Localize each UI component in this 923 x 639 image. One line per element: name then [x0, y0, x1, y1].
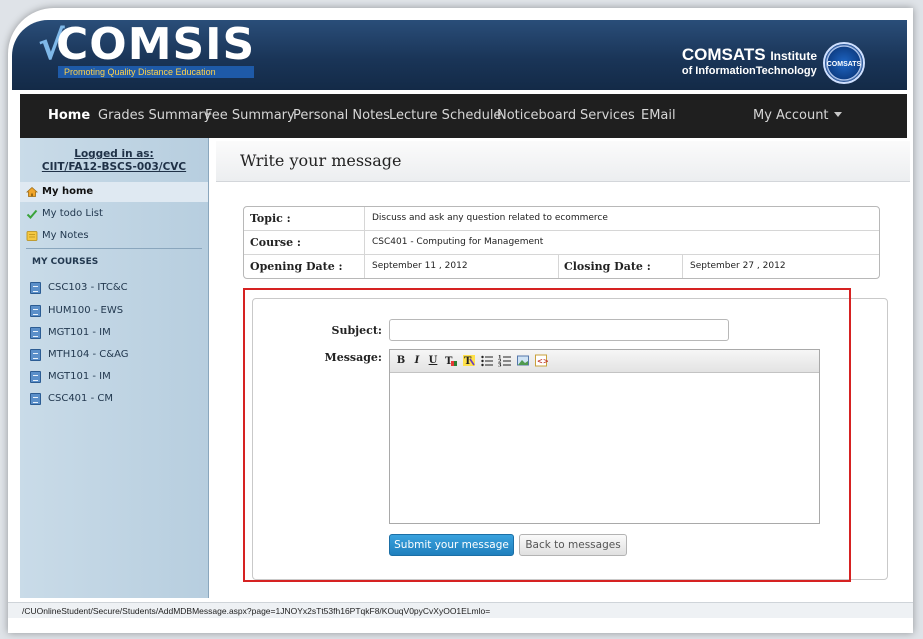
institute-subtitle: of InformationTechnology: [681, 65, 817, 77]
sidebar-item-label: My home: [42, 186, 94, 197]
book-icon: [30, 305, 41, 317]
nav-home[interactable]: Home: [48, 94, 90, 138]
page-title-bar: Write your message: [216, 141, 910, 182]
subject-input[interactable]: [389, 319, 729, 341]
logged-in-label: Logged in as:: [74, 148, 154, 160]
comsis-logo[interactable]: √ COMSIS Promoting Quality Distance Educ…: [36, 21, 254, 78]
course-label: MGT101 - IM: [48, 327, 111, 338]
sidebar-item-todo-list[interactable]: My todo List: [20, 204, 208, 224]
course-label: CSC103 - ITC&C: [48, 282, 128, 293]
nav-noticeboard[interactable]: Noticeboard: [497, 94, 576, 138]
nav-my-account[interactable]: My Account: [753, 94, 842, 138]
sidebar-course-csc103[interactable]: CSC103 - ITC&C: [30, 279, 128, 297]
message-editor[interactable]: B I U T T 123 <>: [389, 349, 820, 524]
table-row: Opening Date : September 11 , 2012 Closi…: [244, 255, 879, 278]
message-label: Message:: [324, 351, 382, 364]
column-divider: [558, 255, 559, 278]
editor-toolbar: B I U T T 123 <>: [390, 350, 819, 373]
closing-date-label: Closing Date :: [564, 260, 651, 273]
logo-wordmark: COMSIS: [56, 20, 256, 70]
svg-text:<>: <>: [537, 357, 548, 366]
institute-suffix: Institute: [770, 49, 817, 63]
table-row: Course : CSC401 - Computing for Manageme…: [244, 231, 879, 255]
sidebar-course-mgt101-2[interactable]: MGT101 - IM: [30, 368, 111, 386]
closing-date-value: September 27 , 2012: [690, 261, 786, 271]
nav-personal-notes[interactable]: Personal Notes: [293, 94, 390, 138]
column-divider: [364, 207, 365, 230]
sidebar-divider: [26, 248, 202, 249]
course-label: MGT101 - IM: [48, 371, 111, 382]
course-label: Course :: [250, 236, 301, 249]
sidebar-item-my-home[interactable]: My home: [20, 182, 208, 202]
logo-tagline: Promoting Quality Distance Education: [58, 66, 254, 78]
highlight-color-icon[interactable]: T: [462, 353, 476, 368]
column-divider: [682, 255, 683, 278]
nav-services[interactable]: Services: [580, 94, 635, 138]
submit-message-button[interactable]: Submit your message: [389, 534, 514, 556]
topic-value: Discuss and ask any question related to …: [372, 213, 608, 223]
source-code-icon[interactable]: <>: [534, 353, 548, 368]
book-icon: [30, 327, 41, 339]
image-icon[interactable]: [516, 353, 530, 368]
bullet-list-icon[interactable]: [480, 353, 494, 368]
sidebar-item-my-notes[interactable]: My Notes: [20, 226, 208, 246]
text-color-icon[interactable]: T: [444, 353, 458, 368]
status-bar-url: /CUOnlineStudent/Secure/Students/AddMDBM…: [8, 602, 913, 618]
nav-lecture-schedule[interactable]: Lecture Schedule: [389, 94, 501, 138]
course-label: CSC401 - CM: [48, 393, 113, 404]
sidebar-course-hum100[interactable]: HUM100 - EWS: [30, 302, 123, 320]
chevron-down-icon: [833, 112, 842, 117]
nav-fee-summary[interactable]: Fee Summary: [205, 94, 295, 138]
comsats-seal-icon: COMSATS: [823, 42, 865, 84]
back-to-messages-button[interactable]: Back to messages: [519, 534, 627, 556]
sidebar-item-label: My Notes: [42, 230, 89, 241]
nav-email[interactable]: EMail: [641, 94, 676, 138]
svg-text:3: 3: [498, 363, 502, 369]
book-icon: [30, 349, 41, 361]
my-courses-heading: MY COURSES: [32, 257, 99, 267]
course-label: MTH104 - C&AG: [48, 349, 129, 360]
numbered-list-icon[interactable]: 123: [498, 353, 512, 368]
opening-date-label: Opening Date :: [250, 260, 343, 273]
logged-in-info[interactable]: Logged in as: CIIT/FA12-BSCS-003/CVC: [20, 148, 208, 174]
home-icon: [26, 186, 38, 197]
sidebar-course-mgt101[interactable]: MGT101 - IM: [30, 324, 111, 342]
sidebar: Logged in as: CIIT/FA12-BSCS-003/CVC My …: [20, 138, 209, 598]
seal-text: COMSATS: [826, 61, 862, 68]
institute-name: COMSATS Institute of InformationTechnolo…: [681, 45, 817, 78]
column-divider: [364, 231, 365, 254]
main-navbar: Home Grades Summary Fee Summary Personal…: [20, 94, 907, 138]
book-icon: [30, 371, 41, 383]
column-divider: [364, 255, 365, 278]
user-id: CIIT/FA12-BSCS-003/CVC: [41, 161, 187, 173]
notes-icon: [26, 231, 38, 241]
page-title: Write your message: [240, 151, 402, 170]
topic-label: Topic :: [250, 212, 291, 225]
bold-icon[interactable]: B: [394, 353, 408, 368]
my-account-label: My Account: [753, 108, 829, 123]
book-icon: [30, 393, 41, 405]
course-label: HUM100 - EWS: [48, 305, 124, 316]
nav-grades-summary[interactable]: Grades Summary: [98, 94, 211, 138]
sidebar-course-mth104[interactable]: MTH104 - C&AG: [30, 346, 129, 364]
subject-label: Subject:: [331, 324, 382, 337]
italic-icon[interactable]: I: [410, 353, 424, 368]
table-row: Topic : Discuss and ask any question rel…: [244, 207, 879, 231]
sidebar-course-csc401[interactable]: CSC401 - CM: [30, 390, 113, 408]
site-header: √ COMSIS Promoting Quality Distance Educ…: [12, 20, 907, 90]
opening-date-value: September 11 , 2012: [372, 261, 468, 271]
sidebar-item-label: My todo List: [42, 208, 103, 219]
book-icon: [30, 282, 41, 294]
course-value: CSC401 - Computing for Management: [372, 237, 544, 247]
institute-title: COMSATS: [681, 45, 766, 64]
checkmark-icon: [26, 209, 38, 219]
topic-info-table: Topic : Discuss and ask any question rel…: [243, 206, 880, 279]
underline-icon[interactable]: U: [426, 353, 440, 368]
